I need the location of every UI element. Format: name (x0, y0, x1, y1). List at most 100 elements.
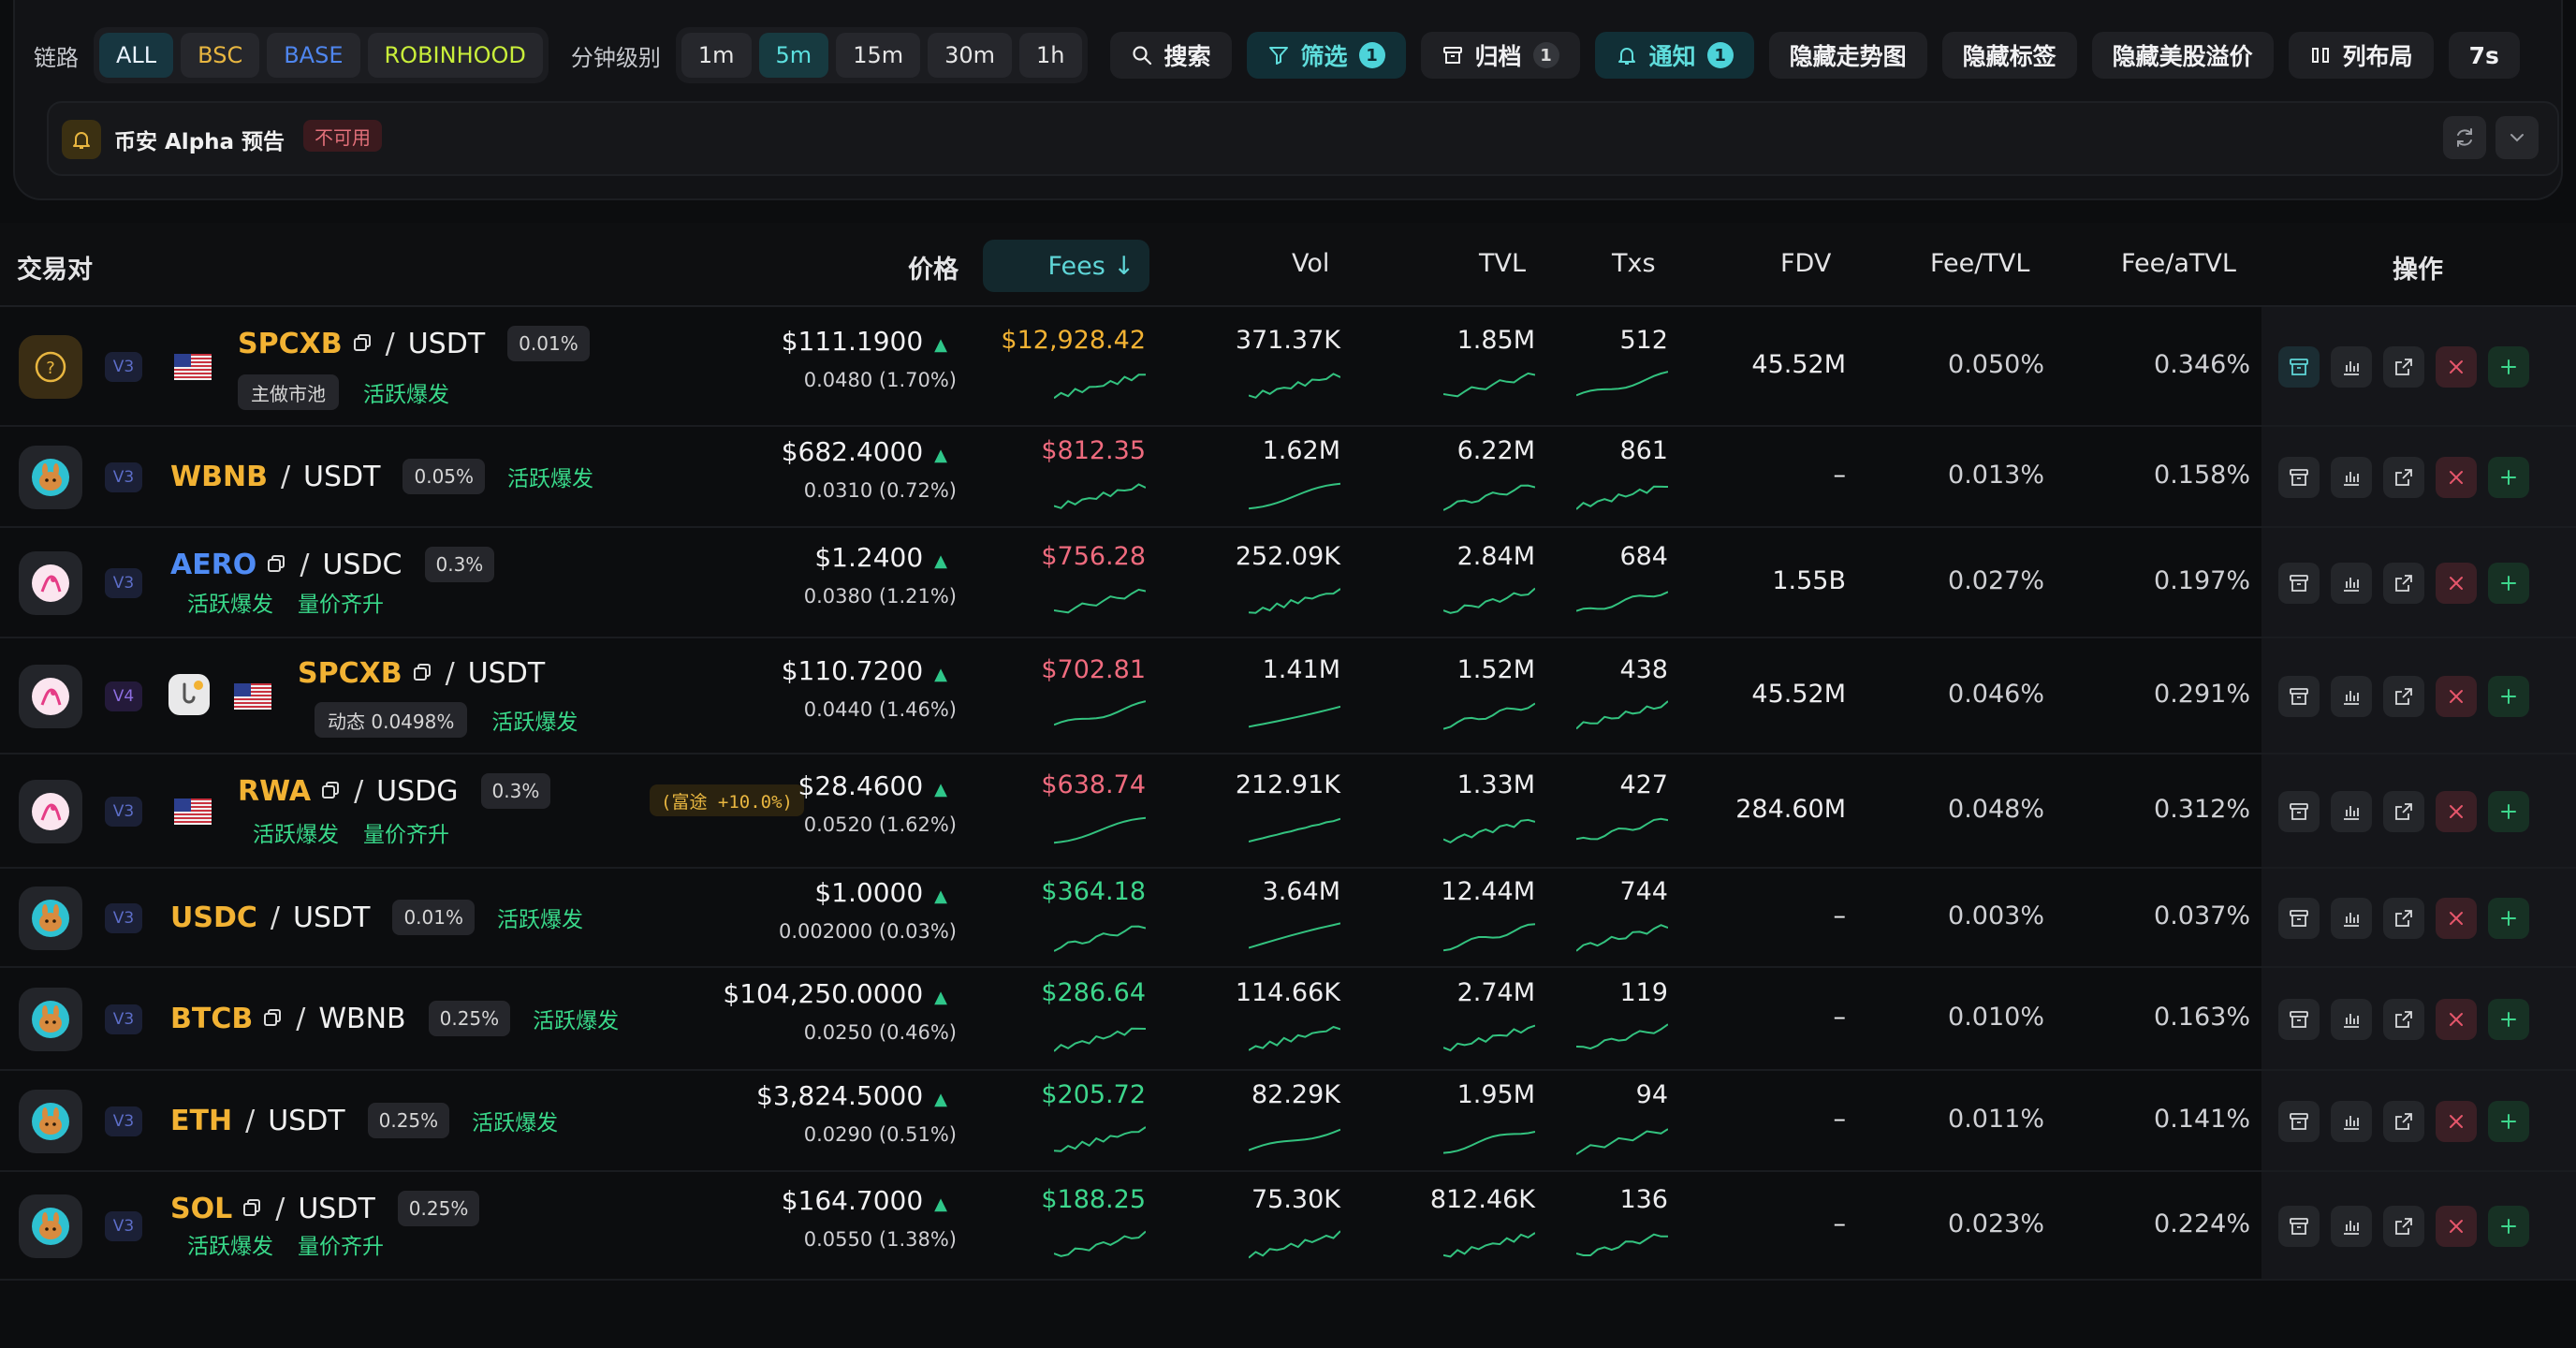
add-icon[interactable] (2488, 898, 2529, 939)
col-price[interactable]: 价格 (908, 249, 959, 286)
table-row[interactable]: ? V3 SPCXB / USDT 0.01% 主做市池 活跃爆发 $111.1900 ▲ 0.04… (0, 307, 2576, 427)
col-fee-atvl[interactable]: Fee/aTVL (2121, 249, 2236, 278)
table-row[interactable]: V3 USDC / USDT 0.01% 活跃爆发 $1.0000 ▲ 0.002000 (0.… (0, 869, 2576, 968)
close-icon[interactable] (2436, 898, 2477, 939)
bar-chart-icon[interactable] (2331, 898, 2372, 939)
copy-icon[interactable] (320, 775, 341, 808)
archive-icon[interactable] (2278, 457, 2320, 498)
archive-icon[interactable] (2278, 563, 2320, 604)
archive-icon[interactable] (2278, 346, 2320, 388)
pair-name[interactable]: USDC / USDT 0.01% 活跃爆发 (170, 900, 583, 935)
external-link-icon[interactable] (2383, 999, 2424, 1040)
interval-chip-15m[interactable]: 15m (836, 33, 921, 78)
close-icon[interactable] (2436, 676, 2477, 717)
pair-name[interactable]: BTCB / WBNB 0.25% 活跃爆发 (170, 1001, 619, 1036)
interval-chip-1m[interactable]: 1m (681, 33, 752, 78)
chain-chip-base[interactable]: BASE (267, 33, 360, 78)
table-row[interactable]: V4 SPCXB / USDT 动态 0.0498% 活跃爆发 $110.7200 ▲ 0.04… (0, 638, 2576, 755)
archive-icon[interactable] (2278, 898, 2320, 939)
external-link-icon[interactable] (2383, 1101, 2424, 1142)
refresh-interval-button[interactable]: 7s (2448, 32, 2520, 79)
close-icon[interactable] (2436, 346, 2477, 388)
add-icon[interactable] (2488, 791, 2529, 832)
external-link-icon[interactable] (2383, 346, 2424, 388)
pair-name[interactable]: SPCXB / USDT 0.01% (238, 326, 590, 361)
pair-name[interactable]: SOL / USDT 0.25% (170, 1191, 480, 1226)
col-vol[interactable]: Vol (1292, 249, 1329, 278)
col-fee-tvl[interactable]: Fee/TVL (1930, 249, 2029, 278)
add-icon[interactable] (2488, 999, 2529, 1040)
bar-chart-icon[interactable] (2331, 457, 2372, 498)
table-row[interactable]: V3 BTCB / WBNB 0.25% 活跃爆发 $104,250.0000 ▲ 0.0250… (0, 968, 2576, 1071)
copy-icon[interactable] (412, 657, 432, 690)
hide-tags-button[interactable]: 隐藏标签 (1941, 32, 2077, 79)
copy-icon[interactable] (262, 1003, 283, 1035)
close-icon[interactable] (2436, 1206, 2477, 1247)
close-icon[interactable] (2436, 1101, 2477, 1142)
close-icon[interactable] (2436, 999, 2477, 1040)
table-row[interactable]: V3 RWA / USDG 0.3% 活跃爆发 量价齐升 (富途 +10.0%) $28.460… (0, 755, 2576, 869)
bar-chart-icon[interactable] (2331, 676, 2372, 717)
external-link-icon[interactable] (2383, 563, 2424, 604)
external-link-icon[interactable] (2383, 898, 2424, 939)
notify-button[interactable]: 通知 1 (1594, 32, 1754, 79)
archive-icon[interactable] (2278, 1101, 2320, 1142)
col-txs[interactable]: Txs (1612, 249, 1656, 278)
copy-icon[interactable] (266, 549, 286, 581)
chain-chip-bsc[interactable]: BSC (181, 33, 260, 78)
add-icon[interactable] (2488, 1101, 2529, 1142)
close-icon[interactable] (2436, 791, 2477, 832)
archive-icon[interactable] (2278, 676, 2320, 717)
external-link-icon[interactable] (2383, 457, 2424, 498)
interval-chip-30m[interactable]: 30m (928, 33, 1013, 78)
bar-chart-icon[interactable] (2331, 791, 2372, 832)
close-icon[interactable] (2436, 563, 2477, 604)
add-icon[interactable] (2488, 346, 2529, 388)
column-layout-button[interactable]: 列布局 (2288, 32, 2434, 79)
col-pair[interactable]: 交易对 (17, 249, 93, 286)
close-icon[interactable] (2436, 457, 2477, 498)
pair-name[interactable]: ETH / USDT 0.25% 活跃爆发 (170, 1103, 558, 1138)
add-icon[interactable] (2488, 676, 2529, 717)
hide-premium-button[interactable]: 隐藏美股溢价 (2091, 32, 2274, 79)
col-tvl[interactable]: TVL (1479, 249, 1526, 278)
search-button[interactable]: 搜索 (1109, 32, 1232, 79)
bar-chart-icon[interactable] (2331, 1101, 2372, 1142)
interval-chip-1h[interactable]: 1h (1019, 33, 1082, 78)
archive-icon[interactable] (2278, 999, 2320, 1040)
filter-button[interactable]: 筛选 1 (1246, 32, 1406, 79)
table-row[interactable]: V3 ETH / USDT 0.25% 活跃爆发 $3,824.5000 ▲ 0.0290 (0… (0, 1071, 2576, 1172)
chevron-down-icon[interactable] (2496, 116, 2539, 159)
refresh-icon[interactable] (2443, 116, 2486, 159)
add-icon[interactable] (2488, 563, 2529, 604)
pair-name[interactable]: AERO / USDC 0.3% (170, 547, 495, 582)
interval-chip-5m[interactable]: 5m (758, 33, 829, 78)
external-link-icon[interactable] (2383, 676, 2424, 717)
bar-chart-icon[interactable] (2331, 346, 2372, 388)
premium-badge: (富途 +10.0%) (650, 784, 804, 816)
col-fdv[interactable]: FDV (1780, 249, 1831, 278)
add-icon[interactable] (2488, 457, 2529, 498)
table-row[interactable]: V3 AERO / USDC 0.3% 活跃爆发 量价齐升 $1.2400 ▲ 0.0380 (1… (0, 528, 2576, 638)
col-fees-sorted[interactable]: Fees ↓ (983, 240, 1149, 292)
pair-name[interactable]: RWA / USDG 0.3% (238, 773, 551, 809)
archive-button[interactable]: 归档 1 (1420, 32, 1580, 79)
chain-chip-all[interactable]: ALL (99, 33, 174, 78)
up-arrow-icon: ▲ (934, 988, 947, 1007)
hide-trend-button[interactable]: 隐藏走势图 (1768, 32, 1927, 79)
table-row[interactable]: V3 WBNB / USDT 0.05% 活跃爆发 $682.4000 ▲ 0.0310 (0.… (0, 427, 2576, 528)
external-link-icon[interactable] (2383, 1206, 2424, 1247)
bar-chart-icon[interactable] (2331, 1206, 2372, 1247)
pair-name[interactable]: WBNB / USDT 0.05% 活跃爆发 (170, 459, 593, 494)
archive-icon[interactable] (2278, 1206, 2320, 1247)
copy-icon[interactable] (242, 1193, 262, 1225)
copy-icon[interactable] (352, 328, 373, 360)
bar-chart-icon[interactable] (2331, 563, 2372, 604)
external-link-icon[interactable] (2383, 791, 2424, 832)
pair-name[interactable]: SPCXB / USDT (298, 657, 545, 690)
add-icon[interactable] (2488, 1206, 2529, 1247)
table-row[interactable]: V3 SOL / USDT 0.25% 活跃爆发 量价齐升 $164.7000 ▲ 0.0550 … (0, 1172, 2576, 1281)
chain-chip-robinhood[interactable]: ROBINHOOD (367, 33, 543, 78)
bar-chart-icon[interactable] (2331, 999, 2372, 1040)
archive-icon[interactable] (2278, 791, 2320, 832)
